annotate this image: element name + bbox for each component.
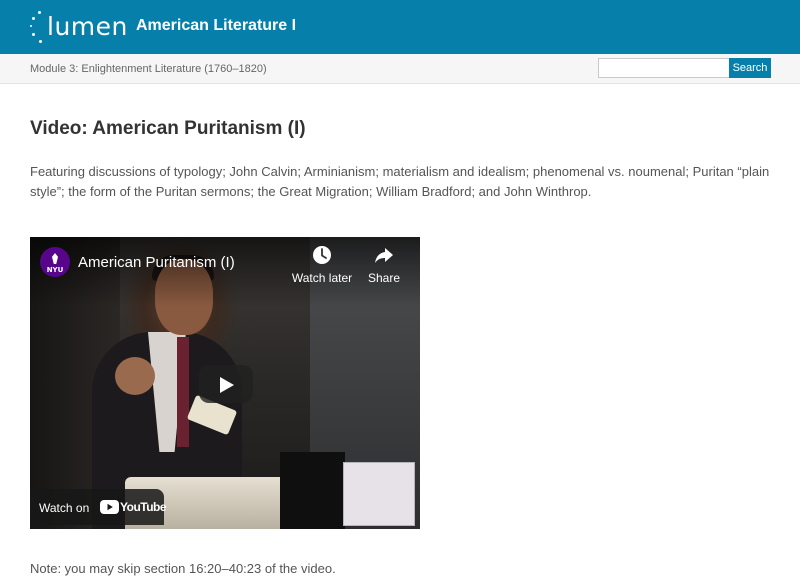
clock-icon [313,246,331,264]
youtube-wordmark: YouTube [120,500,167,514]
video-frame-monitor [280,452,345,529]
share-arrow-icon [375,248,393,263]
course-title[interactable]: American Literature I [136,17,296,35]
video-player[interactable]: NYU American Puritanism (I) Watch later … [30,237,420,529]
breadcrumb[interactable]: Module 3: Enlightenment Literature (1760… [30,63,267,75]
logo-dot [39,40,42,43]
logo-dot [30,25,32,27]
top-navbar: lumen American Literature I [0,0,800,54]
search-input[interactable] [598,58,730,78]
watch-on-label: Watch on [39,501,90,515]
share-button[interactable]: Share [352,245,416,285]
watch-later-label: Watch later [291,271,353,285]
share-label: Share [367,271,401,285]
logo-wordmark: lumen [47,12,128,41]
youtube-play-icon [100,500,119,514]
nyu-torch-icon [52,253,58,264]
channel-avatar[interactable]: NYU [40,247,70,277]
page-title: Video: American Puritanism (I) [30,118,306,139]
logo-dot [38,11,41,14]
video-frame-speaker [177,337,189,447]
logo-dot [32,33,35,36]
play-icon [220,377,234,393]
video-frame-speaker [115,357,155,395]
search-button[interactable]: Search [729,58,771,78]
note-paragraph: Note: you may skip section 16:20–40:23 o… [30,561,336,576]
lumen-logo[interactable]: lumen [29,9,127,45]
intro-paragraph: Featuring discussions of typology; John … [30,164,770,199]
video-frame-paper [343,462,415,526]
watch-on-youtube-button[interactable]: Watch on YouTube [30,489,167,525]
video-title[interactable]: American Puritanism (I) [78,254,235,271]
watch-later-button[interactable]: Watch later [290,245,354,285]
module-bar: Module 3: Enlightenment Literature (1760… [0,54,800,84]
channel-avatar-label: NYU [46,266,64,274]
play-button[interactable] [199,365,253,403]
logo-dot [32,17,35,20]
